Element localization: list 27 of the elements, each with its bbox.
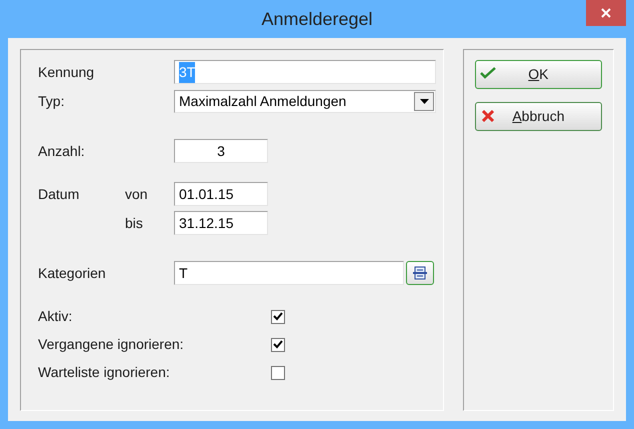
typ-dropdown[interactable]: Maximalzahl Anmeldungen [174,90,436,112]
checkbox[interactable] [271,366,285,380]
field-label: von [125,184,149,204]
kategorien-field[interactable]: T [174,261,404,285]
field-label: Anzahl: [38,142,86,160]
field-label: bis [125,214,144,232]
field-label: Datum [38,184,80,204]
cancel-button[interactable]: Abbruch [474,102,602,131]
date-field[interactable]: 31.12.15 [174,211,268,235]
check-icon [480,67,496,79]
field-label: Kategorien [38,264,107,283]
ok-button[interactable]: OK [474,60,602,89]
window-title: Anmelderegel [261,8,373,31]
field-label: Vergangene ignorieren: [38,335,185,354]
anzahl-field[interactable]: 3 [174,139,268,163]
close-button[interactable] [586,0,626,26]
field-label: Typ: [38,92,66,111]
checkbox[interactable] [271,310,285,324]
close-icon [601,8,611,18]
date-field[interactable]: 01.01.15 [174,182,268,206]
list-icon [413,266,427,280]
field-label: Kennung [38,62,96,82]
checkbox[interactable] [271,338,285,352]
close-icon [482,110,494,122]
list-button[interactable] [406,261,434,285]
field-label: Aktiv: [38,307,74,326]
field-label: Warteliste ignorieren: [38,363,171,382]
